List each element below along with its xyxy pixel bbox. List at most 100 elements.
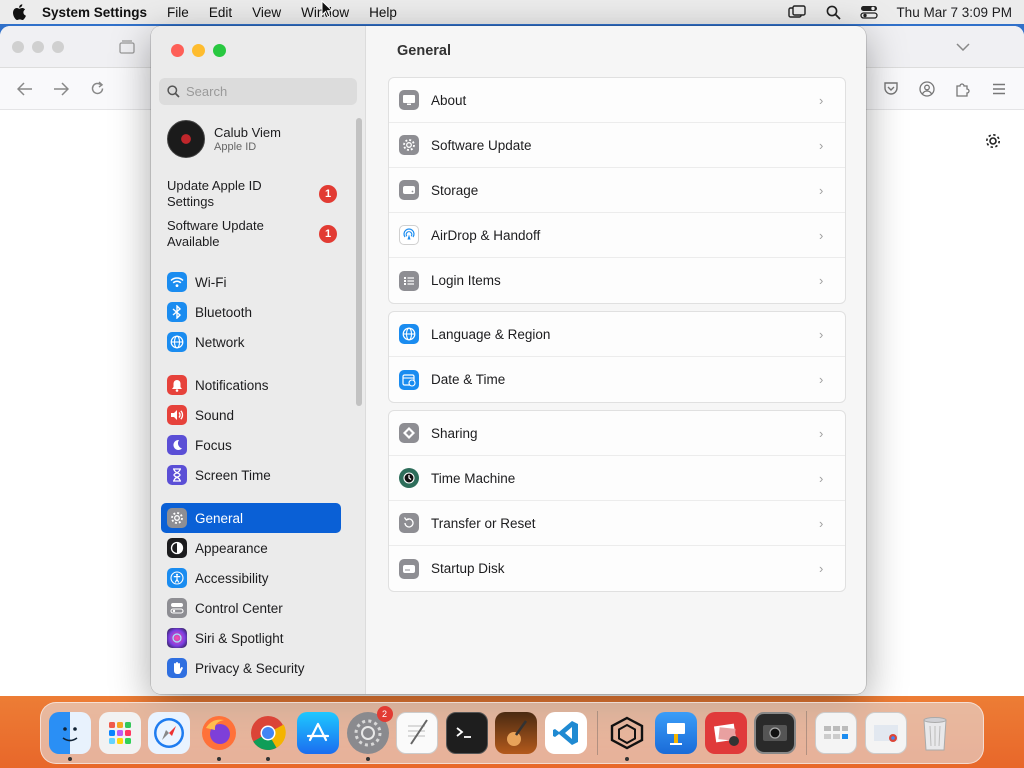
dock-photo-booth[interactable] (704, 712, 747, 754)
notice-label: Software Update Available (167, 218, 264, 249)
sidebar-item-control-center[interactable]: Control Center (161, 593, 341, 623)
hamburger-menu-icon[interactable] (988, 78, 1010, 100)
row-sharing[interactable]: Sharing › (389, 411, 845, 456)
dock-textedit[interactable] (396, 712, 439, 754)
sidebar-item-wifi[interactable]: Wi-Fi (161, 267, 341, 297)
apple-menu-icon[interactable] (12, 4, 26, 20)
menu-clock[interactable]: Thu Mar 7 3:09 PM (896, 5, 1012, 20)
sidebar-item-accessibility[interactable]: Accessibility (161, 563, 341, 593)
dock-downloads-stack[interactable] (814, 712, 857, 754)
spotlight-search-icon[interactable] (824, 4, 842, 20)
sidebar-item-screen-time[interactable]: Screen Time (161, 460, 341, 490)
minimize-button[interactable] (192, 44, 205, 57)
sidebar-item-label: Siri & Spotlight (195, 630, 284, 646)
row-login-items[interactable]: Login Items › (389, 258, 845, 303)
chevron-right-icon: › (819, 425, 824, 441)
dock-trash[interactable] (914, 712, 956, 754)
menu-edit[interactable]: Edit (209, 5, 232, 20)
menu-help[interactable]: Help (369, 5, 397, 20)
row-time-machine[interactable]: Time Machine › (389, 456, 845, 501)
row-language-region[interactable]: Language & Region › (389, 312, 845, 357)
menu-app-name[interactable]: System Settings (42, 5, 147, 20)
sidebar-item-label: Appearance (195, 540, 268, 556)
notification-badge: 1 (319, 225, 337, 243)
page-settings-gear-icon[interactable] (982, 130, 1004, 152)
dock-chrome[interactable] (247, 712, 289, 761)
sidebar-search[interactable] (159, 78, 357, 105)
running-indicator (624, 757, 629, 761)
chevron-right-icon: › (819, 273, 824, 288)
sidebar-item-privacy-security[interactable]: Privacy & Security (161, 653, 341, 683)
dock-finder[interactable] (49, 712, 91, 761)
row-storage[interactable]: Storage › (389, 168, 845, 213)
back-arrow-icon[interactable] (14, 78, 36, 100)
software-update-notice[interactable]: Software Update Available 1 (167, 218, 337, 250)
gear-icon (167, 508, 187, 528)
row-about[interactable]: About › (389, 78, 845, 123)
sidebar-item-sound[interactable]: Sound (161, 400, 341, 430)
list-all-tabs-chevron-icon[interactable] (952, 36, 974, 58)
close-button[interactable] (171, 44, 184, 57)
window-controls (171, 44, 226, 57)
extensions-icon[interactable] (952, 78, 974, 100)
control-center-icon[interactable] (860, 4, 879, 20)
menu-view[interactable]: View (252, 5, 281, 20)
dock-safari[interactable] (148, 712, 191, 754)
sidebar-item-bluetooth[interactable]: Bluetooth (161, 297, 341, 327)
folder-stack-icon (823, 726, 848, 739)
chevron-right-icon: › (819, 326, 824, 342)
sidebar-item-siri-spotlight[interactable]: Siri & Spotlight (161, 623, 341, 653)
dock-garageband[interactable] (495, 712, 538, 754)
dock-system-settings[interactable]: 2 (346, 706, 393, 761)
row-startup-disk[interactable]: Startup Disk › (389, 546, 845, 591)
dock-documents-stack[interactable] (864, 712, 907, 754)
chevron-right-icon: › (819, 470, 824, 486)
page-title: General (397, 43, 451, 59)
row-date-time[interactable]: Date & Time › (389, 357, 845, 402)
update-apple-id-notice[interactable]: Update Apple ID Settings 1 (167, 178, 337, 210)
sidebar-item-appearance[interactable]: Appearance (161, 533, 341, 563)
sidebar-item-notifications[interactable]: Notifications (161, 370, 341, 400)
chevron-right-icon: › (819, 561, 824, 576)
reload-icon[interactable] (86, 78, 108, 100)
row-transfer-reset[interactable]: Transfer or Reset › (389, 501, 845, 546)
account-icon[interactable] (916, 78, 938, 100)
sharing-icon (399, 423, 419, 443)
pocket-icon[interactable] (880, 78, 902, 100)
screen-mirroring-icon[interactable] (788, 4, 807, 20)
browser-minimize-button[interactable] (32, 40, 44, 53)
forward-arrow-icon[interactable] (50, 78, 72, 100)
sidebar-item-focus[interactable]: Focus (161, 430, 341, 460)
dock-app-store[interactable] (296, 712, 339, 754)
launchpad-icon (108, 722, 131, 744)
tab-overview-icon[interactable] (116, 36, 138, 58)
dock-firefox[interactable] (198, 712, 240, 761)
dock-cube-app[interactable] (606, 712, 648, 761)
chevron-right-icon: › (819, 137, 824, 153)
dock-launchpad[interactable] (98, 712, 141, 754)
zoom-button[interactable] (213, 44, 226, 57)
settings-group-sharing: Sharing › Time Machine › Transfer or Res… (388, 410, 846, 592)
menu-file[interactable]: File (167, 5, 189, 20)
keynote-podium-icon (667, 723, 686, 745)
apple-id-profile[interactable]: Calub Viem Apple ID (167, 120, 281, 158)
running-indicator (216, 757, 221, 761)
browser-zoom-button[interactable] (52, 40, 64, 53)
row-software-update[interactable]: Software Update › (389, 123, 845, 168)
dock-keynote[interactable] (655, 712, 698, 754)
search-input[interactable] (186, 84, 346, 99)
sidebar-item-label: Network (195, 334, 245, 350)
row-airdrop-handoff[interactable]: AirDrop & Handoff › (389, 213, 845, 258)
wifi-icon (167, 272, 187, 292)
dock-screen-capture[interactable] (754, 712, 797, 754)
browser-close-button[interactable] (12, 40, 24, 53)
disk-icon (399, 558, 419, 579)
sidebar-item-network[interactable]: Network (161, 327, 341, 357)
dock-terminal[interactable] (445, 712, 488, 754)
notification-badge: 1 (319, 185, 337, 203)
sidebar-scrollbar[interactable] (356, 118, 362, 406)
dock-vscode[interactable] (544, 712, 587, 754)
sidebar-item-general[interactable]: General (161, 503, 341, 533)
row-label: AirDrop & Handoff (431, 227, 541, 243)
list-icon (399, 270, 419, 291)
